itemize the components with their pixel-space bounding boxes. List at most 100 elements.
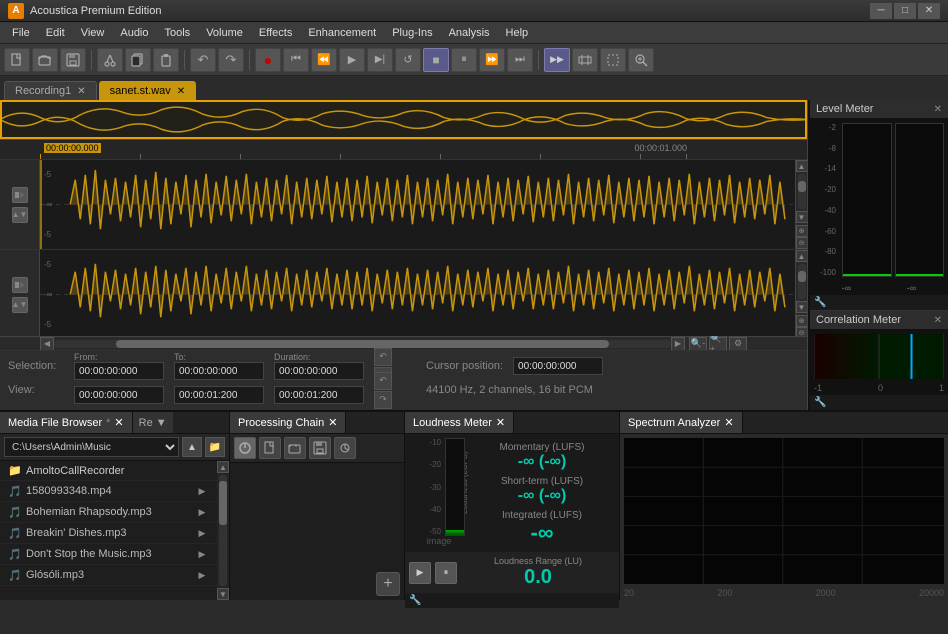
overview-waveform[interactable] (0, 100, 807, 140)
save-button[interactable] (60, 48, 86, 72)
track-2-zoom-out[interactable]: ⊖ (796, 327, 808, 336)
proc-close[interactable]: ✕ (328, 416, 337, 429)
track-1-scroll-down[interactable]: ▼ (796, 211, 808, 223)
view-redo-btn[interactable]: ↷ (374, 391, 392, 409)
new-button[interactable] (4, 48, 30, 72)
level-meter-settings[interactable]: 🔧 (810, 295, 948, 310)
zoom-button[interactable] (628, 48, 654, 72)
menu-plugins[interactable]: Plug-Ins (384, 22, 440, 44)
copy-button[interactable] (125, 48, 151, 72)
play-button[interactable]: ▶ (339, 48, 365, 72)
pause-button[interactable]: ⏸ (451, 48, 477, 72)
proc-new-btn[interactable] (259, 437, 281, 459)
selection-undo-btn[interactable]: ↶ (374, 348, 392, 366)
zoom-in-btn[interactable]: 🔍+ (709, 337, 727, 351)
hscroll-left[interactable]: ◀ (40, 337, 54, 351)
proc-tab[interactable]: Processing Chain ✕ (230, 412, 346, 433)
file-item-breakin[interactable]: 🎵 Breakin' Dishes.mp3 ▶ (0, 523, 217, 544)
media-path-select[interactable]: C:\Users\Admin\Music (4, 437, 179, 457)
to-start-button[interactable]: ⏮ (283, 48, 309, 72)
tab-sanet-close[interactable]: ✕ (177, 86, 185, 97)
rewind-button[interactable]: ⏪ (311, 48, 337, 72)
media-browser-tab[interactable]: Media File Browser * ✕ (0, 412, 133, 433)
paste-button[interactable] (153, 48, 179, 72)
re-panel-btn[interactable]: Re ▼ (133, 412, 173, 433)
tab-sanet[interactable]: sanet.st.wav ✕ (99, 81, 197, 100)
fast-forward-button[interactable]: ⏩ (479, 48, 505, 72)
spectrum-tab[interactable]: Spectrum Analyzer ✕ (620, 412, 743, 433)
loudness-play-btn[interactable]: ▶ (409, 562, 431, 584)
file-item-amolto[interactable]: 📁 AmoltoCallRecorder (0, 461, 217, 481)
loudness-close[interactable]: ✕ (496, 416, 505, 429)
record-button[interactable]: ● (255, 48, 281, 72)
view-to-field[interactable] (174, 386, 264, 404)
hscroll-right[interactable]: ▶ (671, 337, 685, 351)
stretch-button[interactable] (572, 48, 598, 72)
track-2-scrollbar[interactable]: ▲ ▼ ⊕ ⊖ (795, 250, 807, 336)
close-button[interactable]: ✕ (918, 3, 940, 19)
track-1-scroll-up[interactable]: ▲ (796, 160, 808, 172)
track-1-icon[interactable] (12, 187, 28, 203)
cursor-field[interactable] (513, 357, 603, 375)
open-button[interactable] (32, 48, 58, 72)
track-1-zoom-out[interactable]: ⊖ (796, 237, 808, 249)
view-undo-btn[interactable]: ↶ (374, 372, 392, 390)
file-item-glosoli[interactable]: 🎵 Glósóli.mp3 ▶ (0, 565, 217, 586)
track-2-scroll-up[interactable]: ▲ (796, 250, 808, 262)
loop-button[interactable]: ↺ (395, 48, 421, 72)
media-up-btn[interactable]: ▲ (182, 437, 202, 457)
menu-effects[interactable]: Effects (251, 22, 300, 44)
track-2-icon2[interactable]: ▲▼ (12, 297, 28, 313)
proc-power-btn[interactable] (234, 437, 256, 459)
maximize-button[interactable]: □ (894, 3, 916, 19)
undo-button[interactable]: ↶ (190, 48, 216, 72)
correlation-settings[interactable]: 🔧 (810, 395, 948, 410)
proc-add-effect-btn[interactable]: + (376, 572, 400, 596)
file-scrollbar[interactable]: ▲ ▼ (217, 461, 229, 600)
hscroll-track[interactable] (54, 340, 671, 348)
zoom-out-btn[interactable]: 🔍- (689, 337, 707, 351)
correlation-close[interactable]: ✕ (934, 315, 942, 326)
menu-audio[interactable]: Audio (112, 22, 156, 44)
file-scroll-down[interactable]: ▼ (217, 588, 229, 600)
file-play-glosoli[interactable]: ▶ (195, 568, 209, 582)
track-2-scroll-down[interactable]: ▼ (796, 301, 808, 313)
proc-preset-btn[interactable] (334, 437, 356, 459)
track-2-waveform[interactable]: -5-∞-5 (40, 250, 795, 336)
menu-edit[interactable]: Edit (38, 22, 73, 44)
level-meter-close[interactable]: ✕ (934, 104, 942, 115)
loudness-settings[interactable]: 🔧 (405, 593, 619, 608)
select-button[interactable] (600, 48, 626, 72)
hscroll-thumb[interactable] (116, 340, 610, 348)
file-item-1580[interactable]: 🎵 1580993348.mp4 ▶ (0, 481, 217, 502)
menu-help[interactable]: Help (498, 22, 537, 44)
proc-open-btn[interactable] (284, 437, 306, 459)
menu-enhancement[interactable]: Enhancement (300, 22, 384, 44)
track-1-zoom-in[interactable]: ⊕ (796, 225, 808, 237)
media-browser-close[interactable]: ✕ (114, 416, 123, 429)
track-2-icon[interactable] (12, 277, 28, 293)
to-end-button[interactable]: ⏭ (507, 48, 533, 72)
track-2-zoom-in[interactable]: ⊕ (796, 315, 808, 327)
zoom-fit-btn[interactable]: ⚙ (729, 337, 747, 351)
file-play-breakin[interactable]: ▶ (195, 526, 209, 540)
file-play-dontstop[interactable]: ▶ (195, 547, 209, 561)
view-dur-field[interactable] (274, 386, 364, 404)
tab-recording1-close[interactable]: ✕ (77, 86, 85, 97)
file-item-bohemian[interactable]: 🎵 Bohemian Rhapsody.mp3 ▶ (0, 502, 217, 523)
menu-volume[interactable]: Volume (198, 22, 251, 44)
view-from-field[interactable] (74, 386, 164, 404)
file-scroll-up[interactable]: ▲ (217, 461, 229, 473)
track-1-scrollbar[interactable]: ▲ ▼ ⊕ ⊖ (795, 160, 807, 249)
file-play-1580[interactable]: ▶ (195, 484, 209, 498)
minimize-button[interactable]: ─ (870, 3, 892, 19)
proc-save-btn[interactable] (309, 437, 331, 459)
track-1-waveform[interactable]: -5-∞-5 // Generate waveform bars inline … (40, 160, 795, 249)
spectrum-close[interactable]: ✕ (724, 416, 733, 429)
loudness-tab[interactable]: Loudness Meter ✕ (405, 412, 514, 433)
file-item-dontstop[interactable]: 🎵 Don't Stop the Music.mp3 ▶ (0, 544, 217, 565)
tab-recording1[interactable]: Recording1 ✕ (4, 81, 97, 100)
menu-analysis[interactable]: Analysis (441, 22, 498, 44)
loop2-button[interactable]: ▶▶ (544, 48, 570, 72)
track-1-icon2[interactable]: ▲▼ (12, 207, 28, 223)
